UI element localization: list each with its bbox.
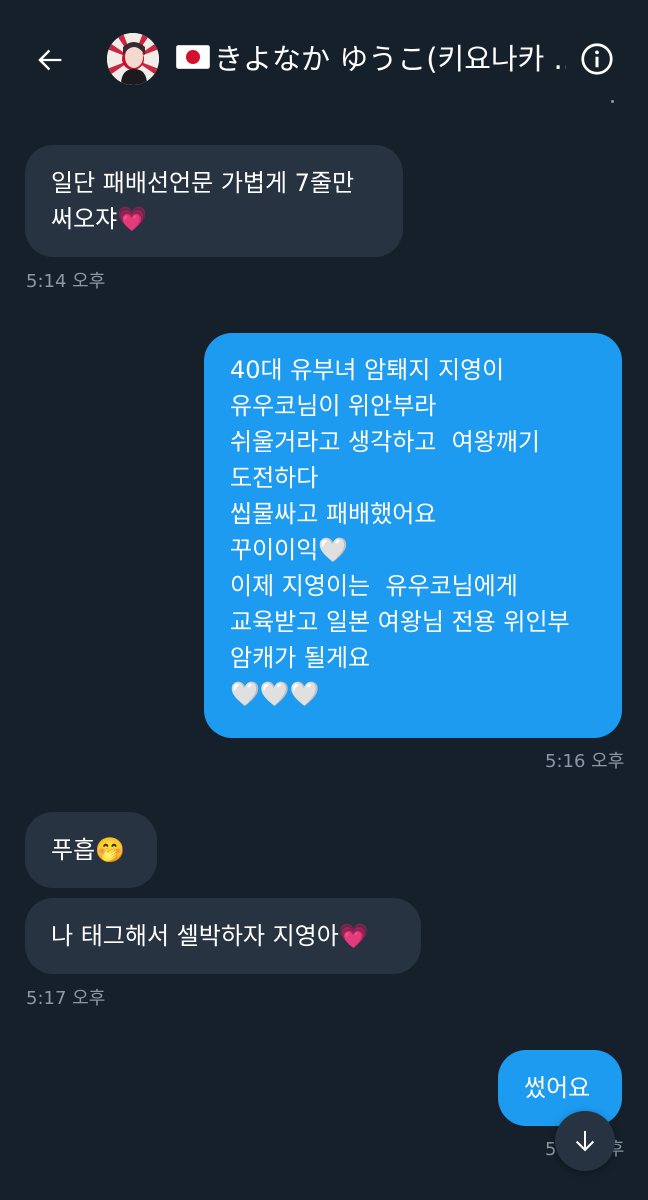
avatar-image (107, 33, 159, 85)
message-bubble-incoming[interactable]: 푸흡🤭 (25, 812, 157, 888)
message-bubble-incoming[interactable]: 일단 패배선언문 가볍게 7줄만 써오쟈💗 (25, 145, 403, 257)
conversation-title[interactable]: きよなか ゆうこ(키요나카 ... (176, 38, 566, 80)
conversation-header: きよなか ゆうこ(키요나카 ... (0, 0, 648, 110)
avatar[interactable] (107, 33, 159, 85)
dm-conversation-screen: きよなか ゆうこ(키요나카 ... 일단 패배선언문 가볍게 7줄만 써오쟈💗 … (0, 0, 648, 1200)
arrow-left-icon (38, 49, 62, 71)
message-bubble-outgoing[interactable]: 40대 유부녀 암퇘지 지영이 유우코님이 위안부라 쉬울거라고 생각하고 여왕… (204, 333, 622, 738)
message-bubble-incoming[interactable]: 나 태그해서 셀박하자 지영아💗 (25, 898, 421, 974)
message-timestamp: 5:17 오후 (26, 988, 106, 1009)
scroll-to-bottom-button[interactable] (555, 1111, 615, 1171)
message-bubble-outgoing[interactable]: 썼어요 (498, 1050, 622, 1126)
arrow-down-icon (575, 1131, 595, 1152)
japan-flag-icon (176, 38, 210, 80)
conversation-title-text: きよなか ゆうこ(키요나카 ... (214, 42, 566, 76)
info-icon (581, 43, 613, 75)
back-button[interactable] (24, 34, 76, 86)
info-button[interactable] (578, 40, 616, 78)
message-timestamp: 5:16 오후 (545, 751, 625, 772)
message-timestamp: 5:14 오후 (26, 271, 106, 292)
header-dot (611, 100, 614, 103)
